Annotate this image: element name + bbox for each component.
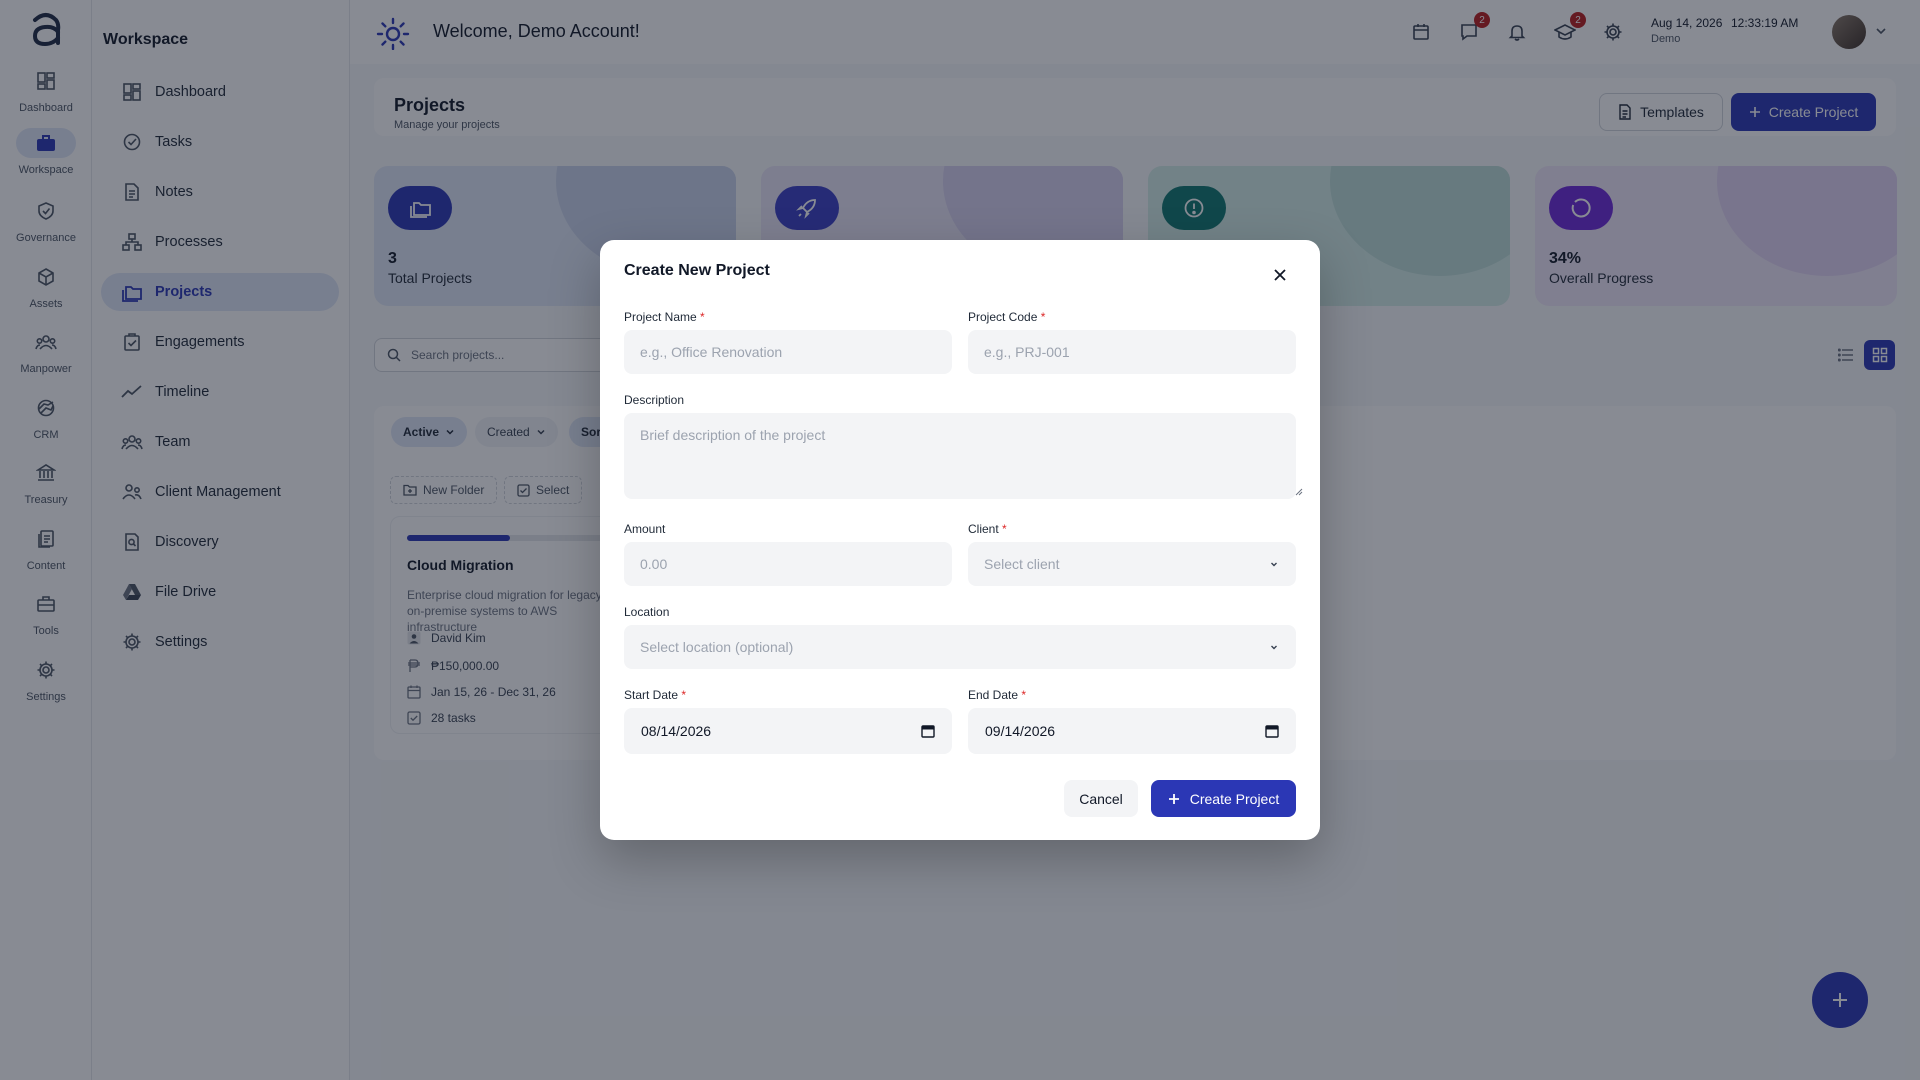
chevron-down-icon	[1268, 641, 1280, 653]
description-field[interactable]	[624, 413, 1296, 499]
cancel-button[interactable]: Cancel	[1064, 780, 1138, 817]
description-label: Description	[624, 393, 685, 407]
location-select[interactable]: Select location (optional)	[624, 625, 1296, 669]
calendar-icon[interactable]	[1265, 724, 1279, 738]
amount-label: Amount	[624, 522, 666, 536]
close-icon[interactable]	[1270, 265, 1290, 285]
plus-icon	[1168, 793, 1180, 805]
project-code-label-text: Project Code	[968, 310, 1038, 324]
end-date-label-text: End Date	[968, 688, 1019, 702]
required-asterisk: *	[1040, 310, 1046, 324]
required-asterisk: *	[681, 688, 687, 702]
create-project-modal: Create New Project Project Name * Projec…	[600, 240, 1320, 840]
create-project-submit-label: Create Project	[1189, 790, 1280, 807]
amount-field[interactable]	[624, 542, 952, 586]
create-project-submit-button[interactable]: Create Project	[1151, 780, 1296, 817]
client-select[interactable]: Select client	[968, 542, 1296, 586]
project-code-field[interactable]	[968, 330, 1296, 374]
project-name-field[interactable]	[624, 330, 952, 374]
required-asterisk: *	[1002, 522, 1007, 536]
required-asterisk: *	[1021, 688, 1027, 702]
location-label: Location	[624, 605, 670, 619]
resize-grip-icon[interactable]	[1295, 488, 1303, 496]
calendar-icon[interactable]	[921, 724, 935, 738]
project-name-label: Project Name *	[624, 310, 705, 324]
project-name-label-text: Project Name	[624, 310, 697, 324]
start-date-field[interactable]: 08/14/2026	[624, 708, 952, 754]
start-date-label-text: Start Date	[624, 688, 679, 702]
client-label-text: Client	[968, 522, 999, 536]
modal-title: Create New Project	[624, 262, 770, 279]
project-code-label: Project Code *	[968, 310, 1045, 324]
start-date-value: 08/14/2026	[641, 723, 712, 739]
chevron-down-icon	[1268, 558, 1280, 570]
required-asterisk: *	[700, 310, 705, 324]
location-select-placeholder: Select location (optional)	[640, 639, 794, 655]
end-date-field[interactable]: 09/14/2026	[968, 708, 1296, 754]
start-date-label: Start Date *	[624, 688, 686, 702]
end-date-label: End Date *	[968, 688, 1026, 702]
client-select-placeholder: Select client	[984, 556, 1060, 572]
end-date-value: 09/14/2026	[985, 723, 1056, 739]
client-label: Client *	[968, 522, 1007, 536]
